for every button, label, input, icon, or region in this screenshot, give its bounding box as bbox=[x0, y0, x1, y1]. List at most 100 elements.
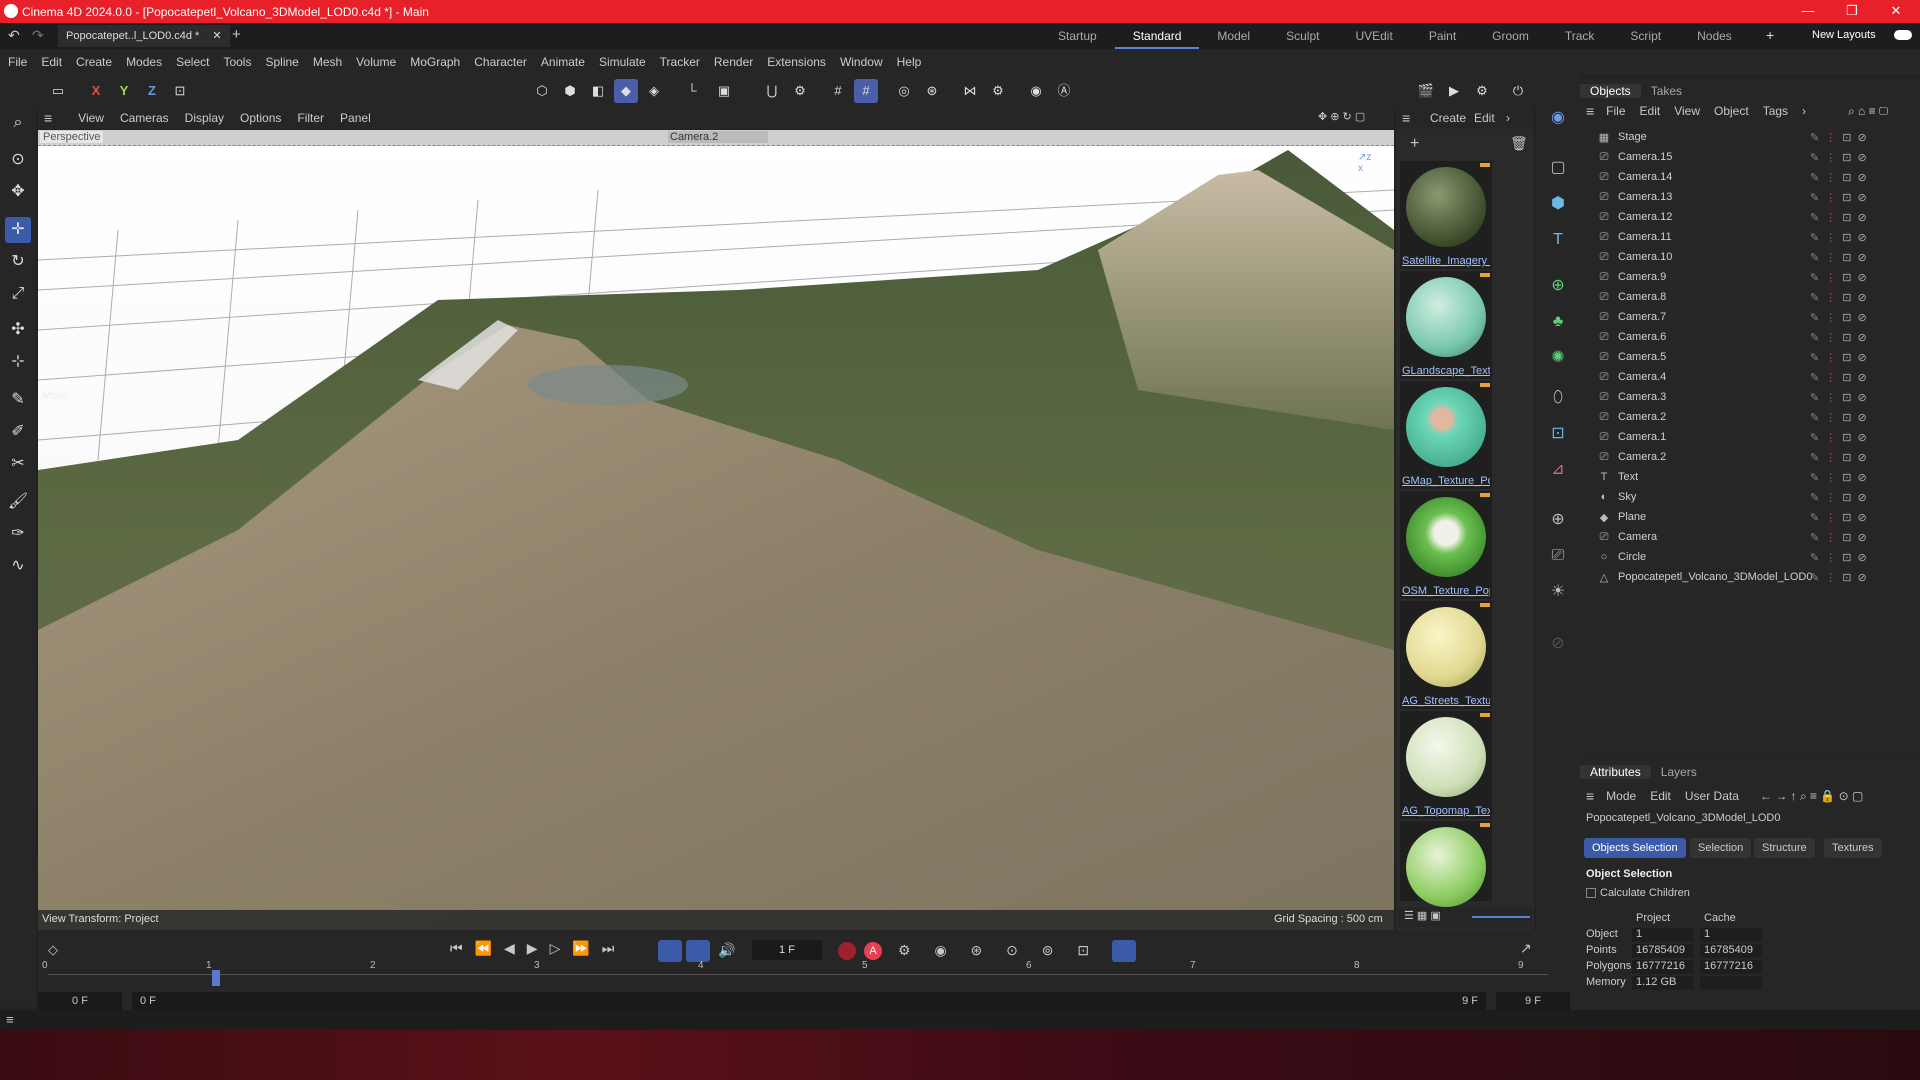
object-visibility-flags[interactable]: ✎ ⋮ ⊡ ⊘ bbox=[1810, 431, 1867, 444]
menu-create[interactable]: Create bbox=[76, 55, 112, 69]
tab-objects[interactable]: Objects bbox=[1580, 84, 1641, 98]
spline-pen-icon[interactable]: ✎ bbox=[5, 387, 31, 413]
object-menu-more-icon[interactable]: › bbox=[1802, 104, 1806, 118]
edges-mode-icon[interactable]: ⬢ bbox=[558, 79, 582, 103]
menu-spline[interactable]: Spline bbox=[265, 55, 298, 69]
object-row[interactable]: ⎚ Camera.1 ✎ ⋮ ⊡ ⊘ bbox=[1580, 427, 1920, 447]
animation-mode-button[interactable] bbox=[686, 940, 710, 962]
deformer-icon[interactable]: ⬯ bbox=[1544, 384, 1572, 412]
object-visibility-flags[interactable]: ✎ ⋮ ⊡ ⊘ bbox=[1810, 371, 1867, 384]
playhead[interactable] bbox=[212, 970, 220, 986]
model-mode-icon[interactable]: ◆ bbox=[614, 79, 638, 103]
viewport-menu-cameras[interactable]: Cameras bbox=[120, 111, 169, 125]
snap-settings-icon[interactable]: ⚙ bbox=[788, 79, 812, 103]
symmetry-settings-icon[interactable]: ⚙ bbox=[986, 79, 1010, 103]
record-button[interactable] bbox=[838, 942, 856, 960]
start-frame-field[interactable]: 0 F bbox=[38, 992, 122, 1010]
object-visibility-flags[interactable]: ✎ ⋮ ⊡ ⊘ bbox=[1810, 311, 1867, 324]
material-menu-more-icon[interactable]: › bbox=[1506, 111, 1510, 125]
object-visibility-flags[interactable]: ✎ ⋮ ⊡ ⊘ bbox=[1810, 131, 1867, 144]
menu-animate[interactable]: Animate bbox=[541, 55, 585, 69]
objects-selection-button[interactable]: Objects Selection bbox=[1584, 838, 1686, 858]
object-row[interactable]: ⎚ Camera.15 ✎ ⋮ ⊡ ⊘ bbox=[1580, 147, 1920, 167]
object-visibility-flags[interactable]: ✎ ⋮ ⊡ ⊘ bbox=[1810, 231, 1867, 244]
redo-icon[interactable]: ↷ bbox=[32, 27, 44, 44]
attribute-menu-edit[interactable]: Edit bbox=[1650, 789, 1671, 803]
playback-controls[interactable]: ⏮⏪◀▶▷⏩⏭ bbox=[450, 940, 626, 957]
object-visibility-flags[interactable]: ✎ ⋮ ⊡ ⊘ bbox=[1810, 211, 1867, 224]
lock-workplane-icon[interactable]: ⊛ bbox=[920, 79, 944, 103]
material-menu-edit[interactable]: Edit bbox=[1474, 111, 1495, 125]
redshift-icon[interactable]: ⏻ bbox=[1506, 79, 1530, 103]
material-slot[interactable]: OSM_Texture_Pop bbox=[1400, 491, 1492, 599]
layout-model[interactable]: Model bbox=[1199, 23, 1268, 49]
material-slot[interactable]: AG_Streets_Textur bbox=[1400, 601, 1492, 709]
object-visibility-flags[interactable]: ✎ ⋮ ⊡ ⊘ bbox=[1810, 291, 1867, 304]
menu-modes[interactable]: Modes bbox=[126, 55, 162, 69]
status-menu-icon[interactable]: ≡ bbox=[6, 1012, 14, 1027]
new-tab-icon[interactable]: + bbox=[232, 26, 241, 43]
z-axis-lock[interactable]: Z bbox=[140, 79, 164, 103]
effector-icon[interactable]: ✺ bbox=[1544, 344, 1572, 372]
menu-edit[interactable]: Edit bbox=[41, 55, 62, 69]
object-row[interactable]: ⎚ Camera.13 ✎ ⋮ ⊡ ⊘ bbox=[1580, 187, 1920, 207]
material-hamburger-icon[interactable]: ≡ bbox=[1402, 110, 1410, 126]
viewport-menu-display[interactable]: Display bbox=[185, 111, 224, 125]
generator-icon[interactable]: ⊕ bbox=[1544, 272, 1572, 300]
workplane-icon[interactable]: # bbox=[854, 79, 878, 103]
material-slot[interactable]: Satellite_Imagery_ bbox=[1400, 161, 1492, 269]
object-visibility-flags[interactable]: ✎ ⋮ ⊡ ⊘ bbox=[1810, 351, 1867, 364]
object-row[interactable]: ⎚ Camera.14 ✎ ⋮ ⊡ ⊘ bbox=[1580, 167, 1920, 187]
object-row[interactable]: ⎚ Camera.3 ✎ ⋮ ⊡ ⊘ bbox=[1580, 387, 1920, 407]
timeline-expand-icon[interactable]: ↗ bbox=[1520, 940, 1532, 957]
layout-script[interactable]: Script bbox=[1612, 23, 1679, 49]
object-menu-edit[interactable]: Edit bbox=[1640, 104, 1661, 118]
menu-window[interactable]: Window bbox=[840, 55, 883, 69]
tab-layers[interactable]: Layers bbox=[1651, 765, 1707, 779]
object-menu-file[interactable]: File bbox=[1606, 104, 1625, 118]
layout-paint[interactable]: Paint bbox=[1411, 23, 1474, 49]
object-search-icon[interactable]: ⌕ ⌂ ≡ ▢ bbox=[1848, 104, 1888, 119]
camera-rig-icon[interactable]: ⎚ bbox=[1544, 542, 1572, 570]
menu-extensions[interactable]: Extensions bbox=[767, 55, 826, 69]
texture-mode-icon[interactable]: ▣ bbox=[712, 79, 736, 103]
delete-material-icon[interactable]: 🗑 bbox=[1510, 135, 1528, 152]
live-selection-icon[interactable]: ✥ bbox=[5, 179, 31, 205]
menu-character[interactable]: Character bbox=[474, 55, 527, 69]
undo-icon[interactable]: ↶ bbox=[8, 27, 20, 44]
document-tab[interactable]: Popocatepet..l_LOD0.c4d * ✕ bbox=[58, 25, 230, 47]
object-visibility-flags[interactable]: ✎ ⋮ ⊡ ⊘ bbox=[1810, 151, 1867, 164]
attribute-hamburger-icon[interactable]: ≡ bbox=[1586, 788, 1594, 804]
y-axis-lock[interactable]: Y bbox=[112, 79, 136, 103]
polygons-mode-icon[interactable]: ◧ bbox=[586, 79, 610, 103]
scale-tool-icon[interactable]: ⤢ bbox=[5, 281, 31, 307]
object-row[interactable]: ⎚ Camera.4 ✎ ⋮ ⊡ ⊘ bbox=[1580, 367, 1920, 387]
preview-range-bar[interactable]: 0 F 9 F bbox=[132, 992, 1486, 1010]
close-tab-icon[interactable]: ✕ bbox=[212, 30, 221, 42]
menu-file[interactable]: File bbox=[8, 55, 27, 69]
viewport-menu-icon[interactable]: ▭ bbox=[46, 79, 70, 103]
axis-mode-icon[interactable]: └ bbox=[680, 79, 704, 103]
object-row[interactable]: ⎚ Camera.5 ✎ ⋮ ⊡ ⊘ bbox=[1580, 347, 1920, 367]
object-row[interactable]: △ Popocatepetl_Volcano_3DModel_LOD0 ✎ ⋮ ⊡ ⊘ bbox=[1580, 567, 1920, 587]
viewport-solo-icon[interactable]: ◉ bbox=[1024, 79, 1048, 103]
structure-button[interactable]: Structure bbox=[1754, 838, 1815, 858]
attribute-menu-mode[interactable]: Mode bbox=[1606, 789, 1636, 803]
cloner-icon[interactable]: ♣ bbox=[1544, 308, 1572, 336]
keyframe-icon[interactable]: ◇ bbox=[48, 942, 58, 958]
grid-icon[interactable]: # bbox=[826, 79, 850, 103]
render-view-icon[interactable]: 🎬 bbox=[1414, 79, 1438, 103]
object-visibility-flags[interactable]: ✎ ⋮ ⊡ ⊘ bbox=[1810, 251, 1867, 264]
material-slot[interactable] bbox=[1400, 821, 1492, 907]
object-menu-object[interactable]: Object bbox=[1714, 104, 1749, 118]
object-row[interactable]: ⎚ Camera.7 ✎ ⋮ ⊡ ⊘ bbox=[1580, 307, 1920, 327]
new-layouts-button[interactable]: New Layouts bbox=[1812, 29, 1876, 41]
menu-help[interactable]: Help bbox=[897, 55, 922, 69]
object-visibility-flags[interactable]: ✎ ⋮ ⊡ ⊘ bbox=[1810, 531, 1867, 544]
material-slot[interactable]: AG_Topomap_Text bbox=[1400, 711, 1492, 819]
paint-icon[interactable]: ✑ bbox=[5, 521, 31, 547]
object-row[interactable]: ⎚ Camera.12 ✎ ⋮ ⊡ ⊘ bbox=[1580, 207, 1920, 227]
object-visibility-flags[interactable]: ✎ ⋮ ⊡ ⊘ bbox=[1810, 451, 1867, 464]
object-visibility-flags[interactable]: ✎ ⋮ ⊡ ⊘ bbox=[1810, 391, 1867, 404]
soft-selection-icon[interactable]: ◎ bbox=[892, 79, 916, 103]
